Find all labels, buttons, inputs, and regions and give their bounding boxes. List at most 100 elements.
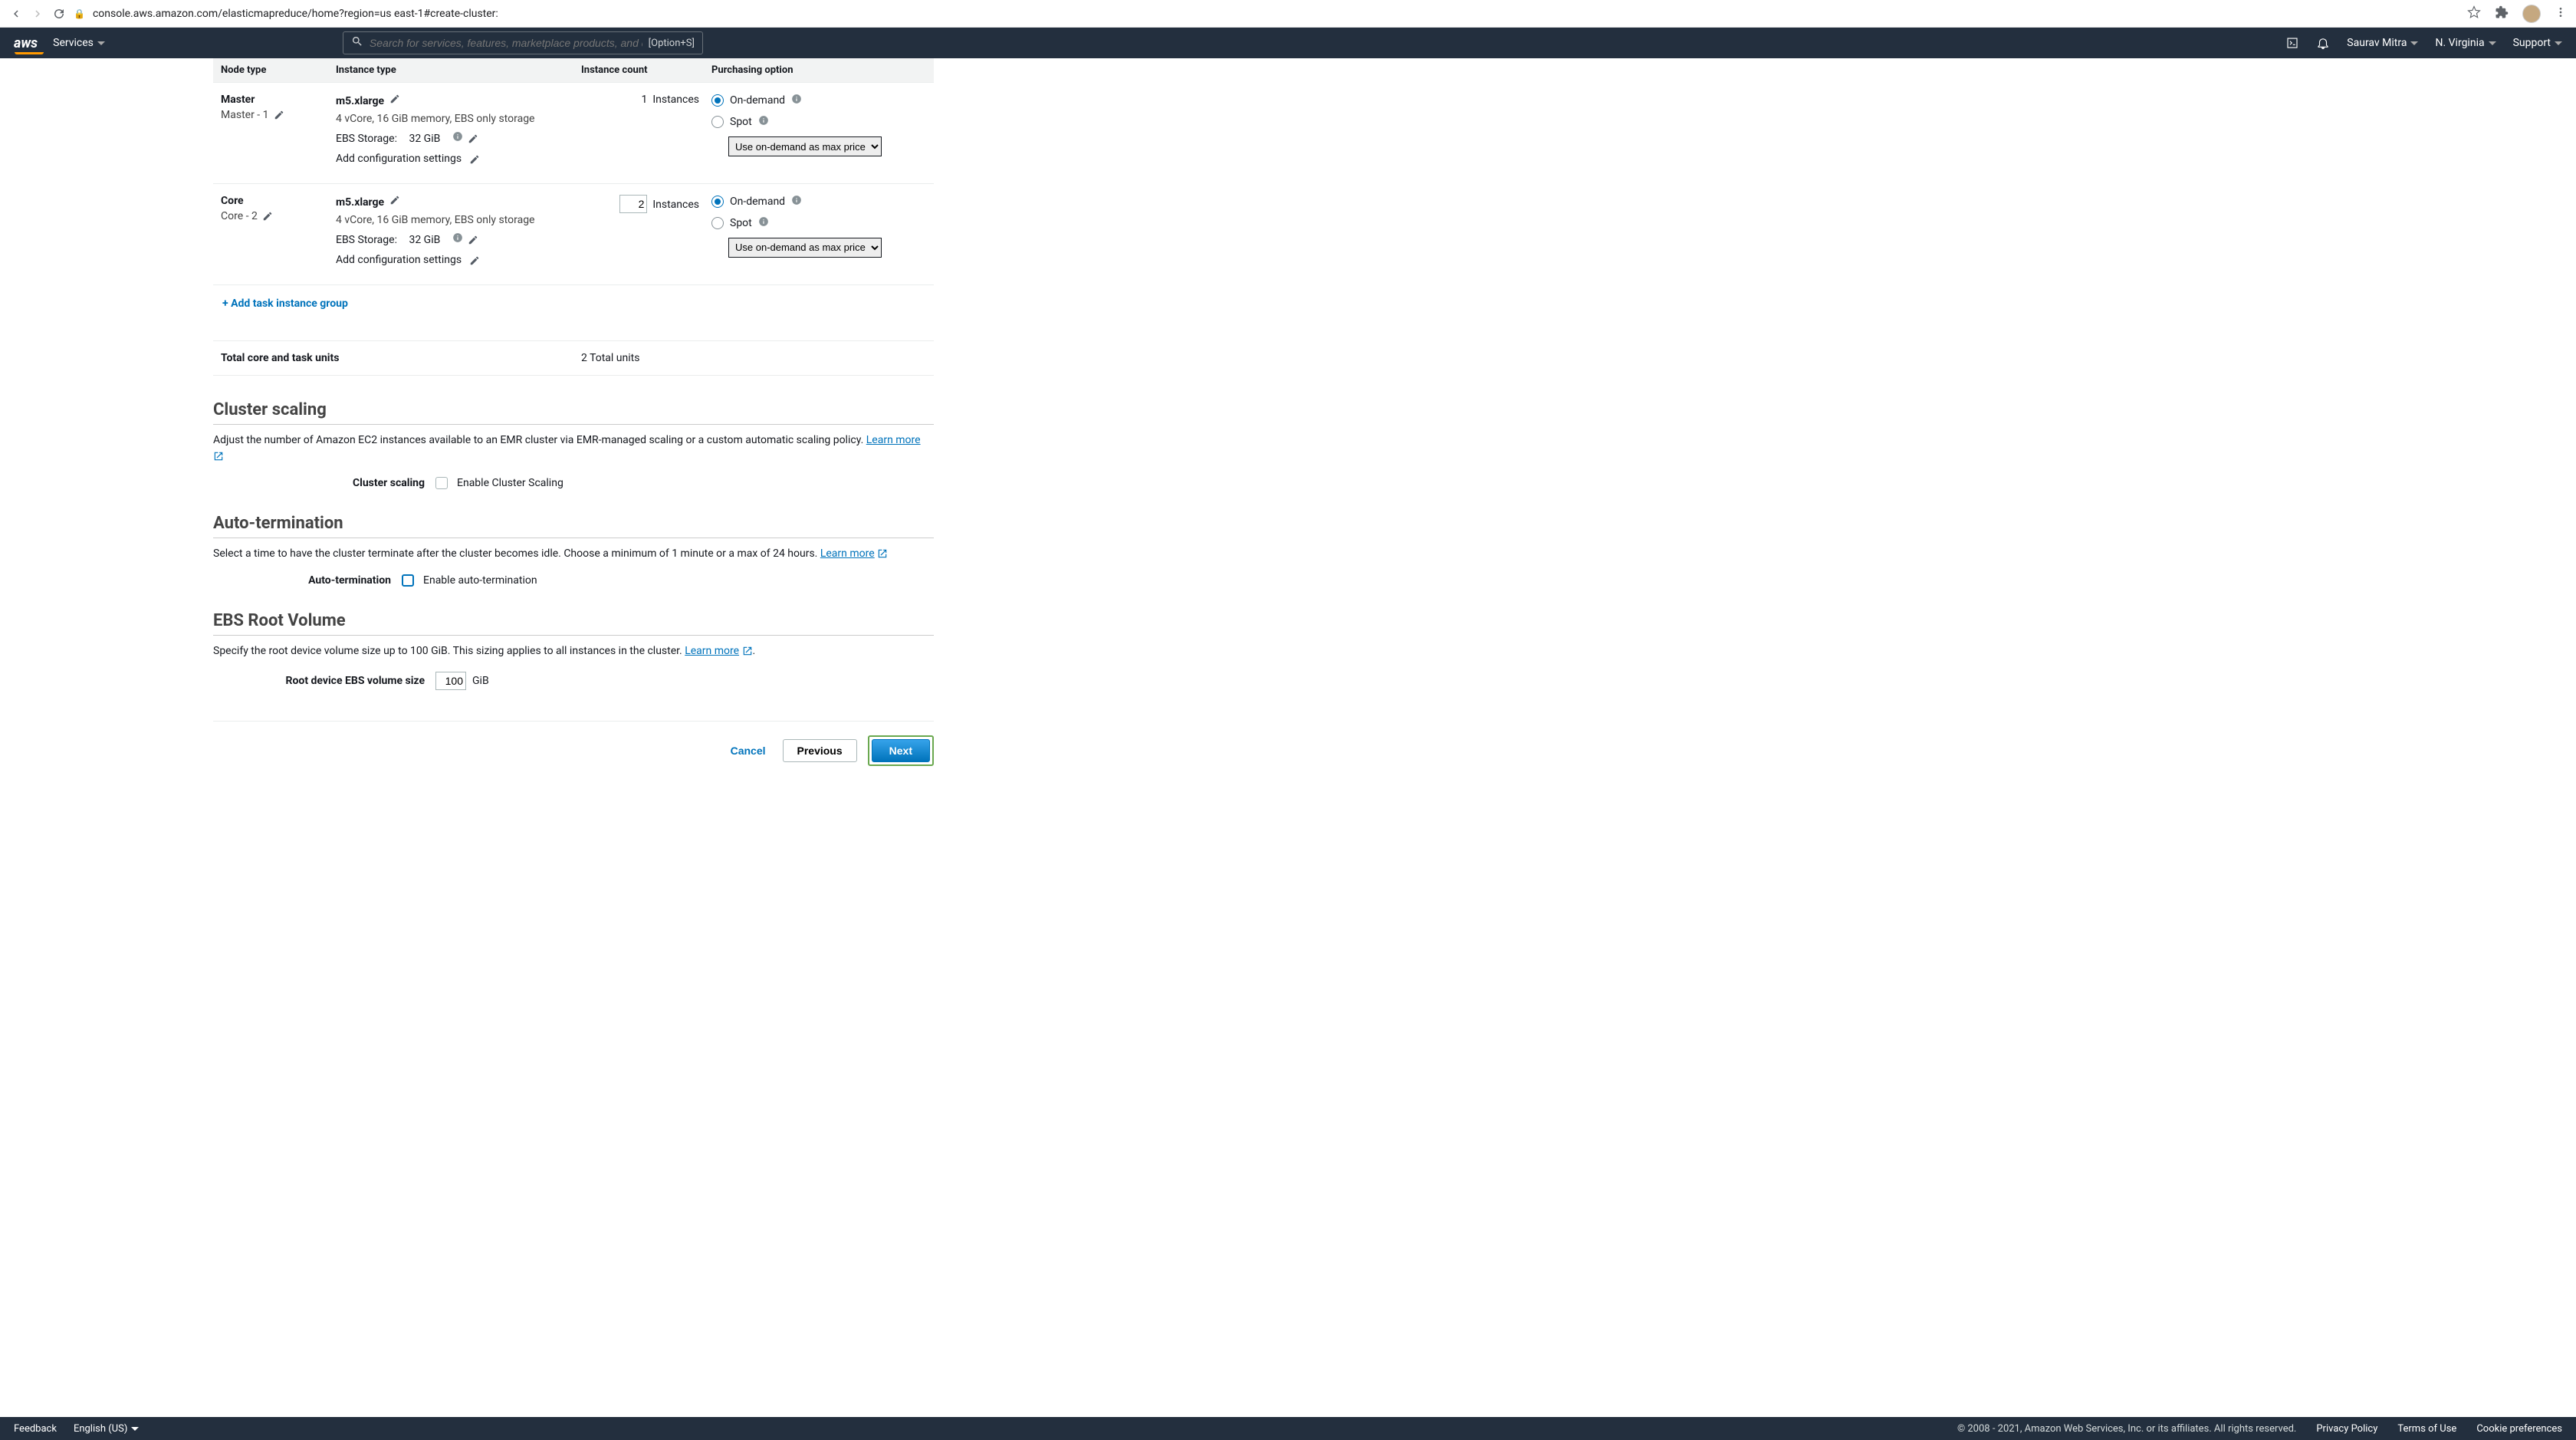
search-input[interactable] — [370, 37, 642, 49]
cluster-scaling-label: Cluster scaling — [213, 477, 435, 489]
copyright: © 2008 - 2021, Amazon Web Services, Inc.… — [1957, 1423, 2296, 1435]
total-units-row: Total core and task units 2 Total units — [213, 340, 934, 376]
learn-more-link[interactable]: Learn more — [820, 547, 875, 560]
search-shortcut: [Option+S] — [649, 38, 695, 49]
ebs-size-input[interactable] — [435, 672, 466, 690]
pencil-icon[interactable] — [468, 235, 478, 245]
autoterm-desc: Select a time to have the cluster termin… — [213, 546, 934, 562]
autoterm-label: Auto-termination — [213, 574, 402, 587]
url-text[interactable]: console.aws.amazon.com/elasticmapreduce/… — [93, 8, 498, 20]
instance-type-value: m5.xlarge — [336, 195, 581, 209]
next-button-highlight: Next — [868, 735, 934, 766]
info-icon[interactable] — [452, 129, 463, 150]
pencil-icon[interactable] — [389, 94, 400, 104]
learn-more-link[interactable]: Learn more — [685, 645, 739, 657]
on-demand-radio[interactable] — [711, 196, 724, 208]
pencil-icon[interactable] — [468, 133, 478, 144]
cloudshell-icon[interactable] — [2285, 36, 2299, 50]
terms-link[interactable]: Terms of Use — [2397, 1423, 2456, 1435]
spot-radio[interactable] — [711, 116, 724, 128]
back-icon[interactable] — [9, 7, 23, 21]
pencil-icon[interactable] — [389, 195, 400, 205]
instance-count: 1 — [642, 94, 648, 106]
info-icon[interactable] — [758, 216, 769, 230]
star-icon[interactable] — [2467, 5, 2481, 22]
col-header-count: Instance count — [581, 64, 711, 76]
external-link-icon — [877, 548, 888, 559]
autoterm-check-label: Enable auto-termination — [423, 574, 537, 587]
ebs-unit: GiB — [472, 675, 489, 687]
search-icon — [351, 35, 363, 51]
instance-type-value: m5.xlarge — [336, 94, 581, 107]
instance-count-unit: Instances — [652, 94, 699, 106]
on-demand-radio[interactable] — [711, 94, 724, 107]
cluster-scaling-check-label: Enable Cluster Scaling — [457, 477, 564, 489]
info-icon[interactable] — [791, 94, 802, 107]
ebs-desc: Specify the root device volume size up t… — [213, 643, 934, 659]
autoterm-checkbox[interactable] — [402, 574, 414, 587]
spot-price-select[interactable]: Use on-demand as max price — [728, 136, 882, 156]
feedback-link[interactable]: Feedback — [14, 1423, 57, 1435]
on-demand-option[interactable]: On-demand — [711, 94, 926, 107]
info-icon[interactable] — [452, 230, 463, 251]
user-menu[interactable]: Saurav Mitra — [2347, 37, 2418, 49]
table-row: Master Master - 1 m5.xlarge 4 vCore, 16 … — [213, 83, 934, 184]
extension-icon[interactable] — [2495, 5, 2509, 22]
storage-label: EBS Storage: — [336, 230, 397, 251]
totals-label: Total core and task units — [221, 352, 581, 364]
privacy-link[interactable]: Privacy Policy — [2316, 1423, 2377, 1435]
support-menu[interactable]: Support — [2513, 37, 2562, 49]
spot-option[interactable]: Spot — [711, 115, 926, 129]
instance-count-input[interactable] — [619, 195, 647, 213]
on-demand-option[interactable]: On-demand — [711, 195, 926, 209]
reload-icon[interactable] — [52, 7, 66, 21]
spot-radio[interactable] — [711, 217, 724, 229]
info-icon[interactable] — [791, 195, 802, 209]
ebs-size-label: Root device EBS volume size — [213, 675, 435, 687]
avatar[interactable] — [2522, 5, 2541, 23]
col-header-instancetype: Instance type — [336, 64, 581, 76]
menu-dots-icon[interactable] — [2555, 6, 2567, 21]
cluster-scaling-checkbox[interactable] — [435, 477, 448, 489]
section-title-scaling: Cluster scaling — [213, 400, 934, 419]
cookie-link[interactable]: Cookie preferences — [2476, 1423, 2562, 1435]
browser-toolbar: 🔒 console.aws.amazon.com/elasticmapreduc… — [0, 0, 2576, 28]
footer: Feedback English (US) © 2008 - 2021, Ama… — [0, 1417, 2576, 1440]
external-link-icon — [742, 646, 753, 656]
chevron-down-icon — [2410, 41, 2418, 45]
info-icon[interactable] — [758, 115, 769, 129]
chevron-down-icon — [2555, 41, 2562, 45]
storage-value: 32 GiB — [409, 129, 440, 150]
add-task-instance-group[interactable]: + Add task instance group — [222, 298, 348, 310]
learn-more-link[interactable]: Learn more — [866, 434, 921, 446]
next-button[interactable]: Next — [872, 739, 930, 762]
spot-option[interactable]: Spot — [711, 216, 926, 230]
pencil-icon[interactable] — [469, 154, 480, 165]
cancel-button[interactable]: Cancel — [724, 738, 772, 763]
pencil-icon[interactable] — [469, 255, 480, 266]
col-header-purchasing: Purchasing option — [711, 64, 926, 76]
chevron-down-icon — [97, 41, 105, 45]
scaling-desc: Adjust the number of Amazon EC2 instance… — [213, 432, 934, 465]
region-menu[interactable]: N. Virginia — [2435, 37, 2496, 49]
section-title-autoterm: Auto-termination — [213, 514, 934, 533]
node-type-label: Core — [221, 195, 336, 207]
instance-count-unit: Instances — [652, 199, 699, 211]
services-menu[interactable]: Services — [53, 37, 105, 49]
previous-button[interactable]: Previous — [783, 739, 857, 762]
spot-price-select[interactable]: Use on-demand as max price — [728, 238, 882, 258]
bell-icon[interactable] — [2316, 36, 2330, 50]
node-type-label: Master — [221, 94, 336, 106]
forward-icon[interactable] — [31, 7, 44, 21]
section-title-ebs: EBS Root Volume — [213, 611, 934, 630]
language-menu[interactable]: English (US) — [74, 1423, 139, 1435]
table-row: Core Core - 2 m5.xlarge 4 vCore, 16 GiB … — [213, 184, 934, 285]
aws-logo[interactable]: aws — [14, 35, 38, 51]
aws-search[interactable]: [Option+S] — [343, 31, 703, 54]
pencil-icon[interactable] — [262, 211, 273, 222]
col-header-nodetype: Node type — [221, 64, 336, 76]
instance-specs: 4 vCore, 16 GiB memory, EBS only storage — [336, 212, 581, 230]
pencil-icon[interactable] — [274, 110, 284, 120]
chevron-down-icon — [2489, 41, 2496, 45]
add-config-settings: Add configuration settings — [336, 149, 462, 169]
